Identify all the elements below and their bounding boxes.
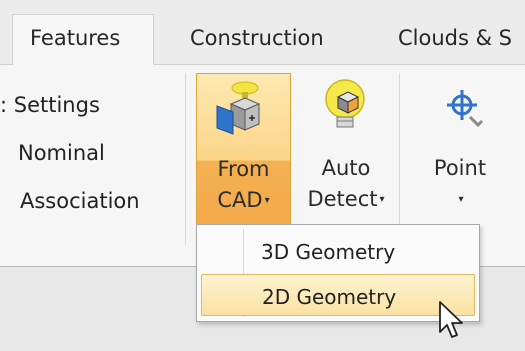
lightbulb-icon <box>325 79 365 128</box>
tab-construction[interactable]: Construction <box>190 26 324 50</box>
dropdown-arrow-icon: ▾ <box>264 195 270 206</box>
auto-detect-label-line2: Detect ▾ <box>307 187 385 211</box>
tab-clouds[interactable]: Clouds & S <box>398 26 512 50</box>
mouse-cursor-icon <box>439 301 463 338</box>
tab-features[interactable]: Features <box>12 14 154 65</box>
menu-item-3d-geometry[interactable]: 3D Geometry <box>201 230 475 272</box>
from-cad-label-line2: CAD ▾ <box>217 188 270 212</box>
auto-detect-label-line1: Auto <box>321 156 371 180</box>
menu-item-2d-geometry[interactable]: 2D Geometry <box>201 274 475 316</box>
from-cad-icon <box>216 81 261 135</box>
dropdown-arrow-icon: ▾ <box>458 194 464 205</box>
settings-item[interactable]: : Settings <box>0 93 100 117</box>
group-separator <box>399 73 400 245</box>
tab-features-label: Features <box>30 26 121 50</box>
association-item[interactable]: Association <box>20 189 140 213</box>
ribbon-tab-strip: Features Construction Clouds & S <box>0 0 525 65</box>
from-cad-button[interactable]: From CAD ▾ <box>196 73 291 231</box>
point-label: Point <box>433 156 487 180</box>
group-separator <box>185 73 186 245</box>
point-target-icon <box>447 90 484 128</box>
from-cad-label-line1: From <box>217 157 270 181</box>
menu-item-label: 3D Geometry <box>261 240 396 264</box>
auto-detect-button[interactable]: Auto Detect ▾ <box>301 73 391 231</box>
point-button[interactable]: Point ▾ <box>410 73 510 231</box>
menu-item-label: 2D Geometry <box>262 285 397 309</box>
nominal-item[interactable]: Nominal <box>18 141 105 165</box>
point-dropdown-arrow: ▾ <box>410 187 510 211</box>
dropdown-arrow-icon: ▾ <box>379 194 385 205</box>
